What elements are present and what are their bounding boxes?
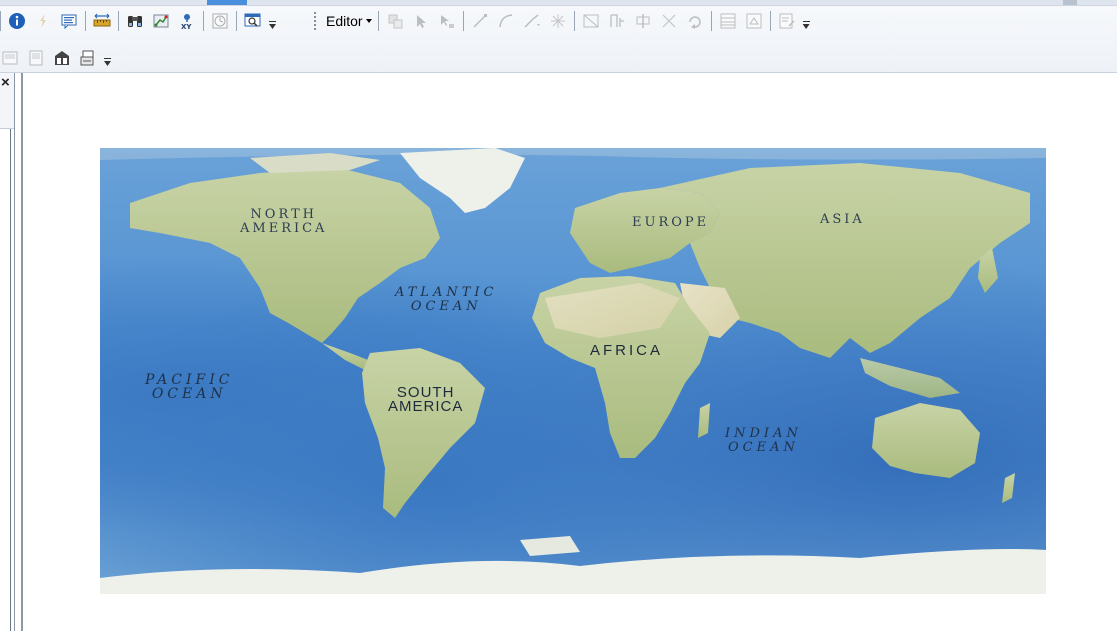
top-scroll-thumb[interactable] bbox=[1063, 0, 1077, 5]
chevron-down-icon bbox=[365, 19, 372, 23]
point-icon[interactable] bbox=[548, 11, 568, 31]
create-features-icon[interactable] bbox=[777, 11, 797, 31]
rotate-icon[interactable] bbox=[685, 11, 705, 31]
editor-menu-label: Editor bbox=[326, 13, 363, 29]
data-view-icon[interactable] bbox=[26, 48, 46, 68]
australia-shape bbox=[872, 403, 980, 478]
table-of-contents-panel: × bbox=[0, 73, 15, 631]
south-america-label: SOUTH AMERICA bbox=[388, 384, 464, 415]
world-map[interactable]: NORTH AMERICA EUROPE ASIA ATLANTIC OCEAN… bbox=[100, 148, 1046, 594]
toolbar-separator bbox=[462, 11, 464, 31]
antarctica-shape bbox=[100, 549, 1046, 594]
endpoint-arc-icon[interactable] bbox=[496, 11, 516, 31]
indian-ocean-label: INDIAN OCEAN bbox=[725, 426, 802, 455]
africa-label: AFRICA bbox=[590, 342, 664, 359]
attributes-icon[interactable] bbox=[718, 11, 738, 31]
close-icon[interactable]: × bbox=[1, 75, 13, 90]
south-america-shape bbox=[362, 348, 485, 518]
north-america-label: NORTH AMERICA bbox=[240, 207, 328, 236]
toolbar-separator bbox=[0, 11, 1, 31]
toolbar-separator bbox=[85, 11, 86, 31]
measure-icon[interactable] bbox=[92, 11, 112, 31]
north-america-shape bbox=[130, 168, 440, 343]
toolbar-separator bbox=[710, 11, 712, 31]
toolbar-grip[interactable] bbox=[313, 11, 317, 31]
pacific-ocean-label: PACIFIC OCEAN bbox=[145, 372, 234, 402]
active-tab-indicator bbox=[207, 0, 247, 5]
sketch-properties-icon[interactable] bbox=[744, 11, 764, 31]
panel-header: × bbox=[0, 73, 14, 129]
create-viewer-window-icon[interactable] bbox=[243, 11, 263, 31]
refresh-icon[interactable] bbox=[78, 48, 98, 68]
europe-label: EUROPE bbox=[632, 215, 710, 230]
toolbar-row-1: XY Editor bbox=[0, 6, 811, 36]
toolbar-overflow-chevron[interactable] bbox=[268, 11, 277, 31]
edit-vertices-icon[interactable] bbox=[437, 11, 457, 31]
toolbar-separator bbox=[236, 11, 237, 31]
toggle-draft-icon[interactable] bbox=[52, 48, 72, 68]
reshape-icon[interactable] bbox=[607, 11, 627, 31]
atlantic-ocean-label: ATLANTIC OCEAN bbox=[395, 285, 498, 314]
toolbar-area: XY Editor bbox=[0, 0, 1117, 73]
straight-segment-icon[interactable] bbox=[470, 11, 490, 31]
toolbar-overflow-chevron[interactable] bbox=[802, 11, 811, 31]
toolbar-separator bbox=[118, 11, 119, 31]
hyperlink-icon[interactable] bbox=[33, 11, 53, 31]
toolbar-row-2 bbox=[0, 45, 112, 71]
topology-edit-icon[interactable] bbox=[581, 11, 601, 31]
editor-menu-button[interactable]: Editor bbox=[323, 11, 375, 31]
cut-polygons-icon[interactable] bbox=[633, 11, 653, 31]
toolbar-separator bbox=[203, 11, 204, 31]
find-route-icon[interactable] bbox=[151, 11, 171, 31]
layout-page-icon[interactable] bbox=[0, 48, 20, 68]
toolbar-separator bbox=[769, 11, 771, 31]
svg-text:XY: XY bbox=[181, 23, 192, 30]
panel-content[interactable] bbox=[0, 129, 11, 631]
toolbar-separator bbox=[377, 11, 379, 31]
time-slider-icon[interactable] bbox=[210, 11, 230, 31]
toolbar-overflow-chevron[interactable] bbox=[103, 48, 112, 68]
split-icon[interactable] bbox=[659, 11, 679, 31]
html-popup-icon[interactable] bbox=[59, 11, 79, 31]
toolbar-separator bbox=[573, 11, 575, 31]
edit-annotation-icon[interactable] bbox=[411, 11, 431, 31]
find-icon[interactable] bbox=[125, 11, 145, 31]
identify-icon[interactable] bbox=[7, 11, 27, 31]
trace-icon[interactable] bbox=[522, 11, 542, 31]
asia-label: ASIA bbox=[820, 212, 865, 227]
go-to-xy-icon[interactable]: XY bbox=[177, 11, 197, 31]
edit-tool-icon[interactable] bbox=[385, 11, 405, 31]
